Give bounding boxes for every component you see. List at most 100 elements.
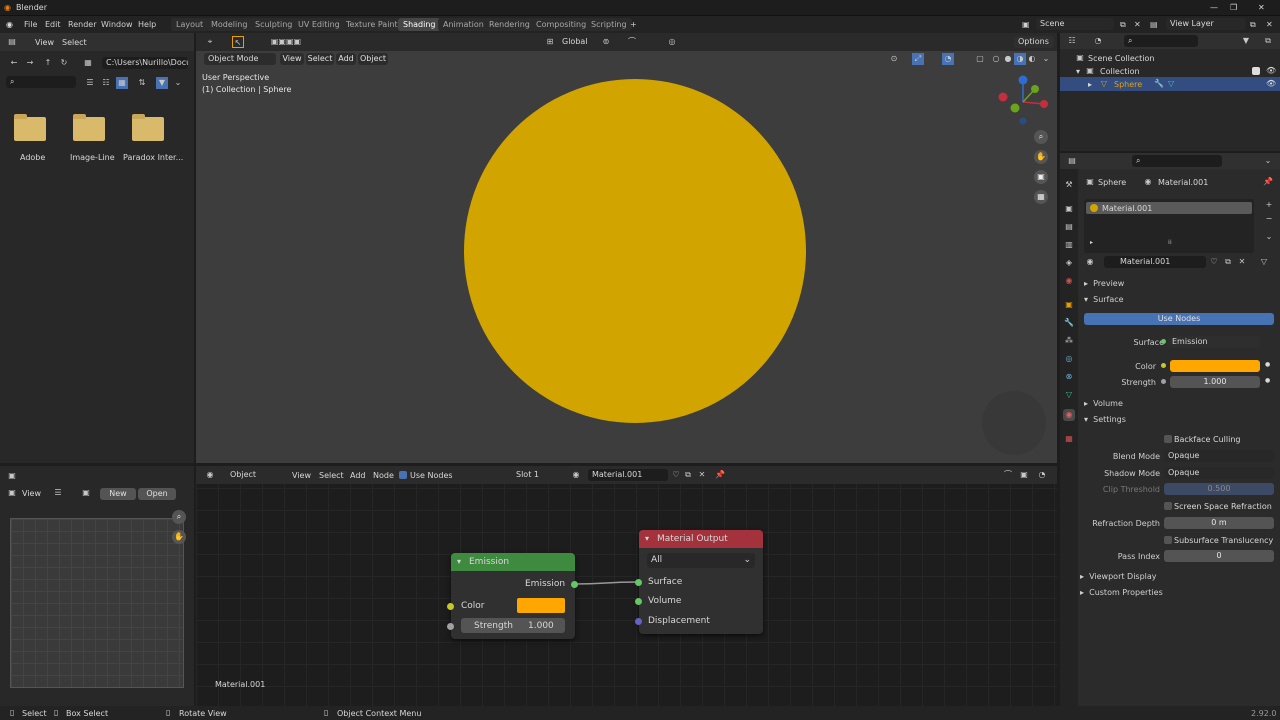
forward-icon[interactable]: →: [24, 57, 36, 69]
new-image-button[interactable]: New: [100, 488, 136, 500]
physics-tab-icon[interactable]: ◎: [1063, 353, 1075, 365]
tab-compositing[interactable]: Compositing: [531, 18, 592, 31]
tab-modeling[interactable]: Modeling: [206, 18, 253, 31]
menu-help[interactable]: Help: [138, 20, 156, 29]
tab-sculpting[interactable]: Sculpting: [250, 18, 298, 31]
volume-section[interactable]: ▸ Volume: [1084, 399, 1123, 408]
tab-scripting[interactable]: Scripting: [586, 18, 632, 31]
outliner-collection[interactable]: Collection: [1100, 67, 1140, 76]
viewport-3d[interactable]: ⌖ ↖ ▣▣▣▣ ⊞ Global ⊚ ⌒ ◎ Options Object M…: [196, 33, 1057, 463]
constraints-tab-icon[interactable]: ⊗: [1063, 371, 1075, 383]
image-zoom-icon[interactable]: ⌕: [172, 510, 186, 524]
scene-tab-icon[interactable]: ◈: [1063, 257, 1075, 269]
folder-icon[interactable]: [73, 114, 105, 141]
duplicate-icon[interactable]: ⧉: [1222, 256, 1234, 268]
blend-mode-dropdown[interactable]: Opaque: [1164, 450, 1274, 462]
collection-exclude-checkbox[interactable]: [1252, 67, 1260, 75]
path-field[interactable]: C:\Users\Nurillo\Docu...: [102, 57, 188, 69]
editor-type-icon[interactable]: ⌖: [204, 36, 216, 48]
editor-type-icon[interactable]: ▤: [6, 36, 18, 48]
pass-index-field[interactable]: 0: [1164, 550, 1274, 562]
options-icon[interactable]: ⌄: [1262, 155, 1274, 167]
preview-section[interactable]: ▸ Preview: [1084, 279, 1124, 288]
material-output-node[interactable]: ▾ Material Output All ⌄ Surface Volume Di…: [635, 530, 763, 634]
slot-specials-icon[interactable]: ⌄: [1263, 231, 1275, 243]
folder-label[interactable]: Paradox Inter...: [123, 153, 183, 162]
sort-icon[interactable]: ⇅: [136, 77, 148, 89]
outliner-object[interactable]: Sphere: [1114, 80, 1142, 89]
close-button[interactable]: ✕: [1258, 3, 1265, 12]
options-dropdown[interactable]: Options: [1014, 36, 1054, 48]
display-thumbnail-icon[interactable]: ▦: [116, 77, 128, 89]
world-tab-icon[interactable]: ◉: [1063, 275, 1075, 287]
editor-type-icon[interactable]: ▤: [1066, 155, 1078, 167]
add-workspace-icon[interactable]: +: [630, 20, 637, 29]
surface-input-socket[interactable]: [635, 579, 642, 586]
editor-type-icon[interactable]: ▣: [6, 470, 18, 482]
emission-color-swatch[interactable]: [517, 598, 565, 613]
emission-color-field[interactable]: [1170, 360, 1260, 372]
menu-file[interactable]: File: [24, 20, 37, 29]
list-expand-icon[interactable]: ▸: [1090, 239, 1093, 246]
menu-window[interactable]: Window: [101, 20, 133, 29]
object-mode-dropdown[interactable]: Object Mode: [204, 53, 276, 65]
viewport-menu-select[interactable]: Select: [306, 53, 334, 65]
gizmo-toggle-icon[interactable]: ⤢: [912, 53, 924, 65]
emission-output-socket[interactable]: [571, 581, 578, 588]
visibility-icon[interactable]: ⊙: [888, 53, 900, 65]
object-tab-icon[interactable]: ▣: [1063, 299, 1075, 311]
tab-rendering[interactable]: Rendering: [484, 18, 535, 31]
navigation-circle[interactable]: [982, 391, 1046, 455]
color-input-socket[interactable]: [447, 603, 454, 610]
folder-label[interactable]: Image-Line: [70, 153, 115, 162]
snap-icon[interactable]: ⌒: [626, 36, 638, 48]
menu-edit[interactable]: Edit: [45, 20, 61, 29]
material-browse-icon[interactable]: ◉: [1084, 256, 1096, 268]
displacement-input-socket[interactable]: [635, 618, 642, 625]
delete-view-layer-icon[interactable]: ✕: [1266, 20, 1273, 29]
properties-search-input[interactable]: ⌕: [1132, 155, 1222, 167]
shading-rendered-icon[interactable]: ◐: [1026, 53, 1038, 65]
ssr-checkbox[interactable]: [1164, 502, 1172, 510]
pan-hand-icon[interactable]: ✋: [1034, 150, 1048, 164]
menu-view[interactable]: View: [35, 38, 54, 47]
tab-texture-paint[interactable]: Texture Paint: [341, 18, 403, 31]
view-layer-selector[interactable]: View Layer: [1166, 18, 1246, 30]
xray-icon[interactable]: ▢: [974, 53, 986, 65]
folder-icon[interactable]: [132, 114, 164, 141]
render-tab-icon[interactable]: ▣: [1063, 203, 1075, 215]
select-mode-icons[interactable]: ▣▣▣▣: [256, 36, 316, 48]
tab-layout[interactable]: Layout: [171, 18, 209, 31]
viewport-menu-object[interactable]: Object: [358, 53, 388, 65]
fake-user-icon[interactable]: ♡: [1208, 256, 1220, 268]
material-slot-item[interactable]: Material.001: [1086, 202, 1252, 214]
sphere-object[interactable]: [464, 79, 806, 423]
backface-culling-checkbox[interactable]: [1164, 435, 1172, 443]
image-canvas[interactable]: [10, 518, 184, 688]
link-dropdown-icon[interactable]: ▽: [1258, 256, 1270, 268]
material-output-header[interactable]: ▾ Material Output: [639, 530, 763, 548]
surface-shader-field[interactable]: Emission: [1168, 336, 1260, 348]
folder-icon[interactable]: [14, 114, 46, 141]
menu-render[interactable]: Render: [68, 20, 96, 29]
pivot-icon[interactable]: ⊚: [600, 36, 612, 48]
navigation-gizmo[interactable]: [996, 75, 1050, 129]
tab-animation[interactable]: Animation: [438, 18, 489, 31]
new-view-layer-icon[interactable]: ⧉: [1250, 20, 1256, 30]
unlink-icon[interactable]: ✕: [1236, 256, 1248, 268]
new-scene-icon[interactable]: ⧉: [1120, 20, 1126, 30]
menu-hamburger-icon[interactable]: ☰: [52, 487, 64, 499]
new-collection-icon[interactable]: ⧉: [1262, 35, 1274, 47]
back-icon[interactable]: ←: [8, 57, 20, 69]
display-detail-icon[interactable]: ☷: [100, 77, 112, 89]
particles-tab-icon[interactable]: ⁂: [1063, 335, 1075, 347]
remove-slot-icon[interactable]: −: [1263, 213, 1275, 225]
output-target-dropdown[interactable]: All ⌄: [647, 553, 755, 568]
tab-shading[interactable]: Shading: [398, 18, 441, 31]
ortho-grid-icon[interactable]: ▦: [1034, 190, 1048, 204]
select-tool-icon[interactable]: ↖: [232, 36, 244, 48]
shadow-mode-dropdown[interactable]: Opaque: [1164, 467, 1274, 479]
surface-section[interactable]: ▾ Surface: [1084, 295, 1124, 304]
zoom-icon[interactable]: ⌕: [1034, 130, 1048, 144]
display-list-icon[interactable]: ☰: [84, 77, 96, 89]
